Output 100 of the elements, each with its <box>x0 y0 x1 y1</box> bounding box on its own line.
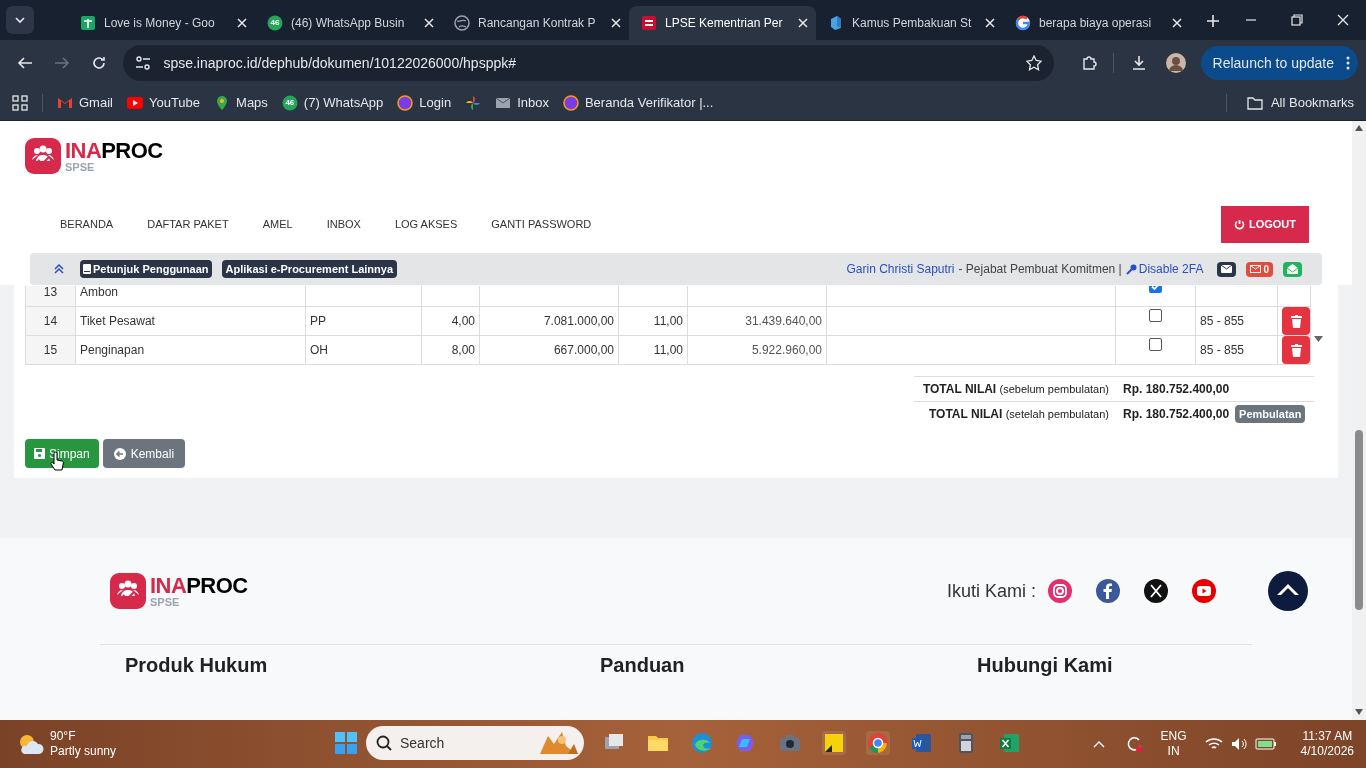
close-icon[interactable] <box>1336 13 1350 27</box>
star-icon[interactable] <box>1026 55 1043 71</box>
item-name: Penginapan <box>80 343 145 357</box>
browser-tab[interactable]: 46 (46) WhatsApp Busin <box>255 6 442 40</box>
total-label: TOTAL NILAI (setelah pembulatan) <box>928 406 1109 423</box>
bookmark[interactable]: Inbox <box>495 93 549 113</box>
close-icon[interactable] <box>237 18 247 28</box>
nav-link[interactable]: BERANDA <box>60 215 114 233</box>
tab-title: LPSE Kementrian Per <box>665 15 784 32</box>
close-icon[interactable] <box>611 18 621 28</box>
instagram-icon[interactable] <box>1048 579 1072 603</box>
close-icon[interactable] <box>798 18 808 28</box>
logo-icon <box>110 573 146 609</box>
relaunch-button[interactable]: Relaunch to update <box>1200 46 1358 80</box>
scroll-down-icon[interactable] <box>1355 709 1363 715</box>
edge-icon[interactable] <box>690 731 714 755</box>
excel-icon[interactable] <box>998 731 1022 755</box>
wifi-icon[interactable] <box>1204 737 1223 751</box>
checkbox[interactable] <box>1149 309 1162 322</box>
weather-widget[interactable]: 90°F Partly sunny <box>16 729 117 759</box>
language-indicator[interactable]: ENG IN <box>1160 729 1187 759</box>
clock[interactable]: 11:37 AM 4/10/2026 <box>1300 729 1354 759</box>
back-arrow-icon <box>113 447 126 460</box>
tab-title: (46) WhatsApp Busin <box>291 15 406 32</box>
forward-icon[interactable] <box>53 55 70 71</box>
site-icon <box>641 15 657 31</box>
bookmark[interactable]: Beranda Verifikator |... <box>562 93 714 113</box>
delete-button[interactable] <box>1282 307 1310 335</box>
bookmark[interactable]: Login <box>397 93 452 113</box>
envelope-icon <box>495 95 512 111</box>
browser-tab[interactable]: LPSE Kementrian Per <box>629 6 816 40</box>
nav-link[interactable]: LOG AKSES <box>394 215 458 233</box>
nav-link[interactable]: GANTI PASSWORD <box>491 215 592 233</box>
close-icon[interactable] <box>424 18 434 28</box>
logo-icon <box>25 138 61 174</box>
rounding-button[interactable]: Pembulatan <box>1235 404 1306 424</box>
disable-2fa-link[interactable]: Disable 2FA <box>1125 260 1204 278</box>
restore-icon[interactable] <box>1290 13 1304 27</box>
back-icon[interactable] <box>16 55 33 71</box>
nav-link[interactable]: INBOX <box>326 215 361 233</box>
total-value: 5.922.960,00 <box>751 343 822 357</box>
facebook-icon[interactable] <box>1096 579 1120 603</box>
bookmark[interactable]: Gmail <box>57 93 113 113</box>
browser-tab[interactable]: berapa biaya operasi <box>1003 6 1190 40</box>
bookmark[interactable]: 46 (7) WhatsApp <box>281 93 384 113</box>
back-button[interactable]: Kembali <box>102 439 186 468</box>
chrome-icon[interactable] <box>866 731 890 755</box>
envelope-icon <box>1250 265 1262 273</box>
word-icon[interactable] <box>910 731 934 755</box>
checkbox[interactable] <box>1149 338 1162 351</box>
download-icon[interactable] <box>1130 55 1147 71</box>
open-envelope-icon <box>1287 264 1298 274</box>
unit-text: OH <box>310 343 328 357</box>
factor-value: 11,00 <box>653 314 683 328</box>
browser-tab[interactable]: Love is Money - Goo <box>68 6 255 40</box>
apps-link[interactable]: Aplikasi e-Procurement Lainnya <box>221 259 397 279</box>
more-icon[interactable] <box>1346 56 1350 70</box>
back-to-top-button[interactable] <box>1268 571 1308 611</box>
speaker-icon[interactable] <box>1230 737 1247 751</box>
new-tab-icon[interactable] <box>1206 14 1220 28</box>
scrollbar-thumb[interactable] <box>1355 430 1363 610</box>
unit-text: PP <box>310 314 326 328</box>
chevron-up-icon[interactable] <box>1092 740 1105 748</box>
windows-start-icon[interactable] <box>334 731 358 755</box>
puzzle-icon[interactable] <box>1080 55 1097 71</box>
delete-button[interactable] <box>1282 336 1310 364</box>
inbox-counter[interactable]: 0 <box>1246 261 1273 277</box>
profile-avatar[interactable] <box>1166 53 1186 73</box>
bookmark[interactable]: YouTube <box>126 93 201 113</box>
play-icon[interactable] <box>1192 579 1216 603</box>
nav-link[interactable]: AMEL <box>262 215 293 233</box>
battery-icon[interactable] <box>1254 738 1277 750</box>
apps-icon[interactable] <box>12 95 28 111</box>
collapse-icon[interactable] <box>54 264 64 274</box>
scroll-up-icon[interactable] <box>1355 125 1363 131</box>
scroll-down-icon[interactable] <box>1314 336 1323 342</box>
mail-button[interactable] <box>1217 261 1237 277</box>
sticky-note-icon[interactable] <box>822 731 846 755</box>
nav-link[interactable]: DAFTAR PAKET <box>147 215 229 233</box>
logout-button[interactable]: LOGOUT <box>1221 205 1309 243</box>
url-text: spse.inaproc.id/dephub/dokumen/10122026000/hpsppk# <box>163 53 516 73</box>
address-bar[interactable]: spse.inaproc.id/dephub/dokumen/10122026000/hpsppk# <box>123 45 1055 81</box>
x-icon[interactable] <box>1144 579 1168 603</box>
notification-count: 46 <box>285 99 295 107</box>
user-link[interactable]: Garin Christi Saputri <box>846 260 955 278</box>
bookmark[interactable] <box>465 95 482 111</box>
chat-icon <box>281 95 298 111</box>
guide-link[interactable]: Petunjuk Penggunaan <box>80 259 212 279</box>
reload-icon[interactable] <box>90 55 107 71</box>
all-bookmarks-button[interactable]: All Bookmarks <box>1246 93 1354 113</box>
close-icon[interactable] <box>985 18 995 28</box>
open-mail-button[interactable] <box>1283 261 1302 277</box>
bookmark[interactable]: Maps <box>214 93 268 113</box>
browser-tab[interactable]: Kamus Pembakuan St <box>816 6 1003 40</box>
close-icon[interactable] <box>1172 18 1182 28</box>
tab-search-button[interactable] <box>6 6 34 34</box>
browser-tab[interactable]: Rancangan Kontrak P <box>442 6 629 40</box>
logo-wordmark: INAPROC <box>150 574 248 597</box>
taskbar-search[interactable]: Search <box>366 726 584 760</box>
site-settings-icon[interactable] <box>135 55 152 71</box>
